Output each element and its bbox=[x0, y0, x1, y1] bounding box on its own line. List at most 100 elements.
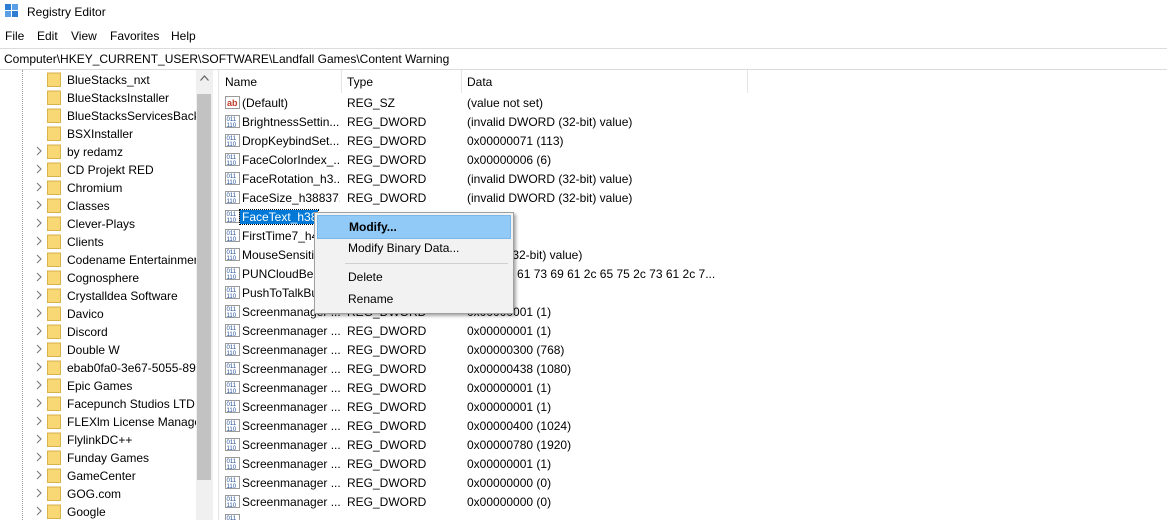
table-row[interactable]: 011110Screenmanager ... REG_DWORD 0x000000… bbox=[219, 398, 1167, 417]
folder-icon bbox=[47, 342, 61, 357]
chevron-right-icon[interactable] bbox=[34, 452, 44, 462]
tree-item[interactable]: FlylinkDC++ bbox=[0, 431, 196, 449]
chevron-right-icon[interactable] bbox=[34, 200, 44, 210]
tree-item[interactable]: BlueStacksInstaller bbox=[0, 89, 196, 107]
table-row[interactable]: 011 110 DropKeybindSet... REG_DWORD 0x000000… bbox=[219, 132, 1167, 151]
tree-item[interactable]: Cognosphere bbox=[0, 269, 196, 287]
chevron-right-icon[interactable] bbox=[34, 416, 44, 426]
table-row[interactable]: 011 110 Screenmanager ... REG_DWORD 0x000007… bbox=[219, 436, 1167, 455]
table-row[interactable]: 011 110 Screenmanager ... REG_DWORD 0x000004… bbox=[219, 360, 1167, 379]
table-row[interactable]: 011 110 Screenmanager ... REG_DWORD 0x000004… bbox=[219, 417, 1167, 436]
tree-item[interactable]: Codename Entertainmer bbox=[0, 251, 198, 269]
chevron-right-icon[interactable] bbox=[34, 434, 44, 444]
chevron-right-icon[interactable] bbox=[34, 308, 44, 318]
string-value-icon: ab bbox=[225, 96, 240, 109]
chevron-right-icon[interactable] bbox=[34, 290, 44, 300]
table-row[interactable]: 011110Screenmanager ... REG_DWORD 0x000000… bbox=[219, 455, 1167, 474]
svg-text:110: 110 bbox=[227, 332, 237, 338]
value-data: 0x00000071 (113) bbox=[467, 134, 564, 148]
tree-item[interactable]: Clients bbox=[0, 233, 196, 251]
tree-item[interactable]: CD Projekt RED bbox=[0, 161, 196, 179]
folder-icon bbox=[47, 432, 61, 447]
scroll-up-icon[interactable] bbox=[200, 75, 209, 81]
tree-item[interactable]: BlueStacksServicesBacku bbox=[0, 107, 206, 125]
table-row[interactable]: 011 110 Screenmanager ... REG_DWORD 0x000003… bbox=[219, 341, 1167, 360]
menu-help[interactable]: Help bbox=[171, 29, 196, 43]
tree-item[interactable]: Crystalldea Software bbox=[0, 287, 196, 305]
tree-item[interactable]: Google bbox=[0, 503, 196, 520]
menu-file[interactable]: File bbox=[5, 29, 24, 43]
tree-scrollbar[interactable] bbox=[196, 70, 213, 520]
chevron-right-icon[interactable] bbox=[34, 182, 44, 192]
column-type-label: Type bbox=[347, 75, 374, 89]
svg-text:110: 110 bbox=[227, 161, 237, 167]
value-type: REG_DWORD bbox=[347, 476, 427, 490]
column-header-data[interactable]: Data bbox=[461, 70, 748, 93]
table-row[interactable]: 011110 bbox=[219, 512, 1167, 520]
tree-item[interactable]: Facepunch Studios LTD bbox=[0, 395, 196, 413]
tree-item-label: Discord bbox=[67, 325, 108, 339]
column-header-type[interactable]: Type bbox=[341, 70, 462, 93]
menu-separator bbox=[345, 263, 508, 264]
chevron-right-icon[interactable] bbox=[34, 236, 44, 246]
menu-view[interactable]: View bbox=[71, 29, 97, 43]
tree-item[interactable]: GameCenter bbox=[0, 467, 196, 485]
chevron-right-icon[interactable] bbox=[34, 398, 44, 408]
menu-edit[interactable]: Edit bbox=[37, 29, 58, 43]
value-type: REG_DWORD bbox=[347, 153, 427, 167]
key-tree[interactable]: BlueStacks_nxt BlueStacksInstaller BlueSta… bbox=[0, 70, 213, 520]
tree-item[interactable]: ebab0fa0-3e67-5055-898 bbox=[0, 359, 202, 377]
menu-item-rename[interactable]: Rename bbox=[317, 288, 509, 310]
address-path[interactable]: Computer\HKEY_CURRENT_USER\SOFTWARE\Land… bbox=[4, 52, 449, 66]
chevron-right-icon[interactable] bbox=[34, 326, 44, 336]
chevron-right-icon[interactable] bbox=[34, 488, 44, 498]
tree-item[interactable]: Clever-Plays bbox=[0, 215, 196, 233]
value-name: FaceRotation_h3... bbox=[242, 172, 340, 186]
tree-item[interactable]: Epic Games bbox=[0, 377, 196, 395]
chevron-right-icon[interactable] bbox=[34, 362, 44, 372]
menu-item-modify[interactable]: Modify... bbox=[317, 215, 511, 239]
chevron-right-icon[interactable] bbox=[34, 164, 44, 174]
table-row[interactable]: 011 110 FaceColorIndex_... REG_DWORD 0x00000… bbox=[219, 151, 1167, 170]
tree-item[interactable]: Funday Games bbox=[0, 449, 196, 467]
chevron-right-icon[interactable] bbox=[34, 272, 44, 282]
menu-item-delete[interactable]: Delete bbox=[317, 266, 509, 288]
table-row[interactable]: 011110Screenmanager ... REG_DWORD 0x000000… bbox=[219, 474, 1167, 493]
tree-item[interactable]: BlueStacks_nxt bbox=[0, 71, 196, 89]
tree-item[interactable]: by redamz bbox=[0, 143, 196, 161]
tree-item[interactable]: Chromium bbox=[0, 179, 196, 197]
tree-item[interactable]: FLEXlm License Manage bbox=[0, 413, 201, 431]
value-type: REG_DWORD bbox=[347, 343, 427, 357]
tree-item[interactable]: Discord bbox=[0, 323, 196, 341]
binary-value-icon: 011110 bbox=[225, 248, 240, 262]
chevron-right-icon[interactable] bbox=[34, 146, 44, 156]
chevron-right-icon[interactable] bbox=[34, 470, 44, 480]
chevron-right-icon[interactable] bbox=[34, 218, 44, 228]
chevron-right-icon[interactable] bbox=[34, 380, 44, 390]
svg-text:110: 110 bbox=[227, 408, 237, 414]
table-row[interactable]: 011110Screenmanager ... REG_DWORD 0x000000… bbox=[219, 322, 1167, 341]
menu-item-delete-label: Delete bbox=[348, 270, 383, 284]
tree-item[interactable]: Davico bbox=[0, 305, 196, 323]
table-row[interactable]: 011110Screenmanager ... REG_DWORD 0x000000… bbox=[219, 379, 1167, 398]
table-row[interactable]: 011 110 FaceRotation_h3... REG_DWORD (invali… bbox=[219, 170, 1167, 189]
tree-item[interactable]: GOG.com bbox=[0, 485, 196, 503]
tree-item[interactable]: Classes bbox=[0, 197, 196, 215]
tree-item[interactable]: Double W bbox=[0, 341, 196, 359]
table-row[interactable]: 011 110 BrightnessSettin... REG_DWORD (inval… bbox=[219, 113, 1167, 132]
chevron-right-icon[interactable] bbox=[34, 344, 44, 354]
value-type: REG_DWORD bbox=[347, 495, 427, 509]
column-header-name[interactable]: Name bbox=[219, 70, 342, 93]
address-bar[interactable]: Computer\HKEY_CURRENT_USER\SOFTWARE\Land… bbox=[0, 48, 1167, 70]
table-row[interactable]: 011 110 FaceSize_h38837... REG_DWORD (invali… bbox=[219, 189, 1167, 208]
chevron-right-icon[interactable] bbox=[34, 254, 44, 264]
table-row[interactable]: 011110Screenmanager ... REG_DWORD 0x000000… bbox=[219, 493, 1167, 512]
binary-value-icon: 011110 bbox=[225, 286, 240, 300]
tree-scroll-thumb[interactable] bbox=[197, 94, 211, 480]
menu-favorites[interactable]: Favorites bbox=[110, 29, 159, 43]
chevron-right-icon[interactable] bbox=[34, 506, 44, 516]
table-row[interactable]: ab (Default) REG_SZ (value not set) bbox=[219, 94, 1167, 113]
svg-text:110: 110 bbox=[227, 142, 237, 148]
menu-item-modify-binary[interactable]: Modify Binary Data... bbox=[317, 237, 509, 259]
tree-item[interactable]: BSXInstaller bbox=[0, 125, 196, 143]
